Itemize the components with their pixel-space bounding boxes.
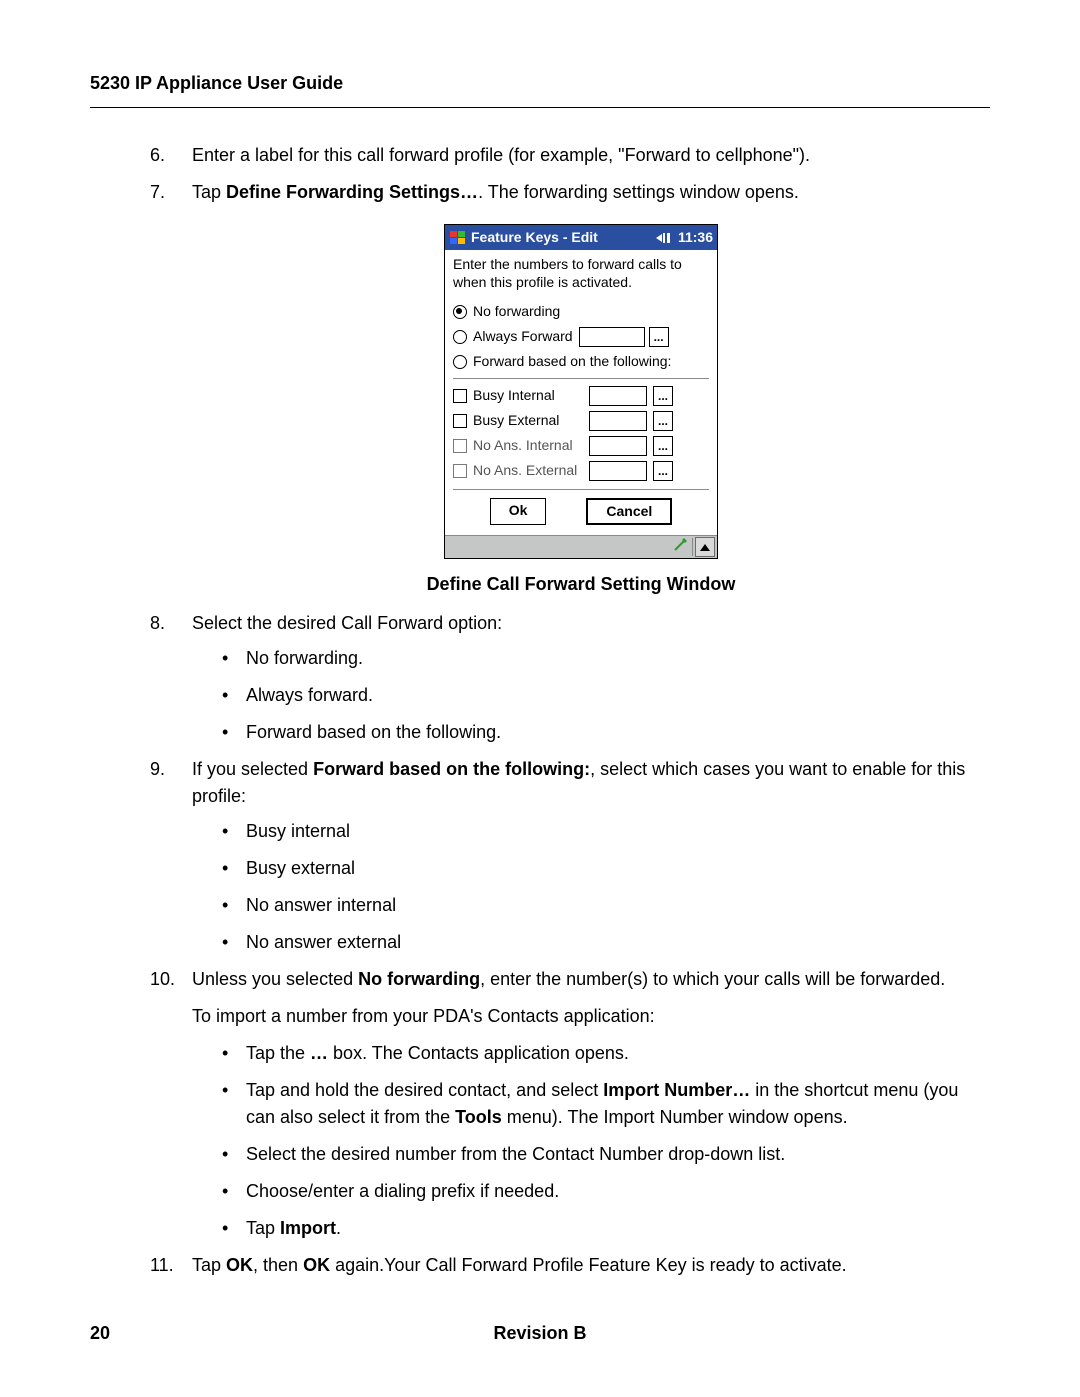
radio-no-forwarding[interactable]: No forwarding: [453, 301, 709, 322]
check-busy-external[interactable]: Busy External ...: [453, 410, 709, 431]
step-7-tail: . The forwarding settings window opens.: [478, 182, 799, 202]
step-6-text: Enter a label for this call forward prof…: [192, 145, 810, 165]
ok-button[interactable]: Ok: [490, 498, 547, 525]
browse-contacts-button[interactable]: ...: [653, 436, 673, 456]
radio-always-forward-label: Always Forward: [473, 326, 573, 347]
checkbox-icon[interactable]: [453, 389, 467, 403]
step-10-tail: , enter the number(s) to which your call…: [480, 969, 945, 989]
list-item: Busy internal: [222, 818, 970, 845]
revision: Revision B: [493, 1320, 586, 1347]
list-item: Select the desired number from the Conta…: [222, 1141, 970, 1168]
radio-no-forwarding-label: No forwarding: [473, 301, 560, 322]
conditional-options: Busy Internal ... Busy External ...: [453, 378, 709, 481]
page-number: 20: [90, 1320, 110, 1347]
pda-instruction: Enter the numbers to forward calls to wh…: [453, 256, 709, 291]
list-item: Always forward.: [222, 682, 970, 709]
step-10-pda-intro: To import a number from your PDA's Conta…: [192, 1003, 970, 1030]
figure-caption: Define Call Forward Setting Window: [192, 571, 970, 598]
pda-bottombar: [445, 535, 717, 558]
step-10-bold: No forwarding: [358, 969, 480, 989]
step-10: 10. Unless you selected No forwarding, e…: [150, 966, 970, 1242]
step-10-lead: Unless you selected: [192, 969, 358, 989]
check-busy-internal[interactable]: Busy Internal ...: [453, 385, 709, 406]
checkbox-icon[interactable]: [453, 414, 467, 428]
windows-start-icon[interactable]: [449, 229, 467, 247]
step-6-number: 6.: [150, 142, 165, 169]
radio-icon[interactable]: [453, 305, 467, 319]
step-9-bold: Forward based on the following:: [313, 759, 590, 779]
noans-external-input[interactable]: [589, 461, 647, 481]
step-8-number: 8.: [150, 610, 165, 637]
step-7-number: 7.: [150, 179, 165, 206]
step-10-number: 10.: [150, 966, 175, 993]
sip-keyboard-icon[interactable]: [672, 535, 690, 559]
check-noans-external[interactable]: No Ans. External ...: [453, 460, 709, 481]
always-forward-number-input[interactable]: [579, 327, 645, 347]
check-busy-internal-label: Busy Internal: [473, 385, 583, 406]
step-8: 8. Select the desired Call Forward optio…: [150, 610, 970, 746]
step-11-number: 11.: [150, 1252, 174, 1279]
step-11: 11. Tap OK, then OK again.Your Call Forw…: [150, 1252, 970, 1279]
step-11-lead: Tap: [192, 1255, 226, 1275]
sip-up-button[interactable]: [695, 537, 715, 557]
step-7: 7. Tap Define Forwarding Settings…. The …: [150, 179, 970, 598]
step-6: 6. Enter a label for this call forward p…: [150, 142, 970, 169]
busy-internal-input[interactable]: [589, 386, 647, 406]
busy-external-input[interactable]: [589, 411, 647, 431]
footer: 20 Revision B: [90, 1320, 990, 1347]
cancel-button[interactable]: Cancel: [586, 498, 672, 525]
check-noans-external-label: No Ans. External: [473, 460, 583, 481]
checkbox-icon[interactable]: [453, 439, 467, 453]
list-item: Choose/enter a dialing prefix if needed.: [222, 1178, 970, 1205]
step-7-bold: Define Forwarding Settings…: [226, 182, 478, 202]
check-noans-internal[interactable]: No Ans. Internal ...: [453, 435, 709, 456]
browse-contacts-button[interactable]: ...: [653, 411, 673, 431]
browse-contacts-button[interactable]: ...: [649, 327, 669, 347]
browse-contacts-button[interactable]: ...: [653, 386, 673, 406]
list-item: No answer internal: [222, 892, 970, 919]
volume-icon[interactable]: [656, 231, 674, 245]
step-9: 9. If you selected Forward based on the …: [150, 756, 970, 956]
pda-clock[interactable]: 11:36: [678, 227, 713, 248]
pda-body: Enter the numbers to forward calls to wh…: [445, 250, 717, 535]
step-8-text: Select the desired Call Forward option:: [192, 613, 502, 633]
list-item: No forwarding.: [222, 645, 970, 672]
check-busy-external-label: Busy External: [473, 410, 583, 431]
browse-contacts-button[interactable]: ...: [653, 461, 673, 481]
checkbox-icon[interactable]: [453, 464, 467, 478]
radio-conditional-forward-label: Forward based on the following:: [473, 351, 671, 372]
list-item: Busy external: [222, 855, 970, 882]
figure-define-forwarding: Feature Keys - Edit 11:36 Enter the numb…: [192, 224, 970, 561]
pda-titlebar[interactable]: Feature Keys - Edit 11:36: [445, 225, 717, 250]
running-head: 5230 IP Appliance User Guide: [90, 70, 990, 108]
radio-always-forward[interactable]: Always Forward ...: [453, 326, 709, 347]
list-item: Tap the … box. The Contacts application …: [222, 1040, 970, 1067]
check-noans-internal-label: No Ans. Internal: [473, 435, 583, 456]
noans-internal-input[interactable]: [589, 436, 647, 456]
pda-window: Feature Keys - Edit 11:36 Enter the numb…: [444, 224, 718, 559]
list-item: No answer external: [222, 929, 970, 956]
body-content: 6. Enter a label for this call forward p…: [150, 142, 970, 1279]
step-9-number: 9.: [150, 756, 165, 783]
list-item: Forward based on the following.: [222, 719, 970, 746]
step-7-lead: Tap: [192, 182, 226, 202]
step-9-lead: If you selected: [192, 759, 313, 779]
list-item: Tap Import.: [222, 1215, 970, 1242]
dialog-button-row: Ok Cancel: [453, 489, 709, 525]
radio-icon[interactable]: [453, 330, 467, 344]
radio-conditional-forward[interactable]: Forward based on the following:: [453, 351, 709, 372]
list-item: Tap and hold the desired contact, and se…: [222, 1077, 970, 1131]
pda-title-text: Feature Keys - Edit: [471, 227, 598, 248]
radio-icon[interactable]: [453, 355, 467, 369]
